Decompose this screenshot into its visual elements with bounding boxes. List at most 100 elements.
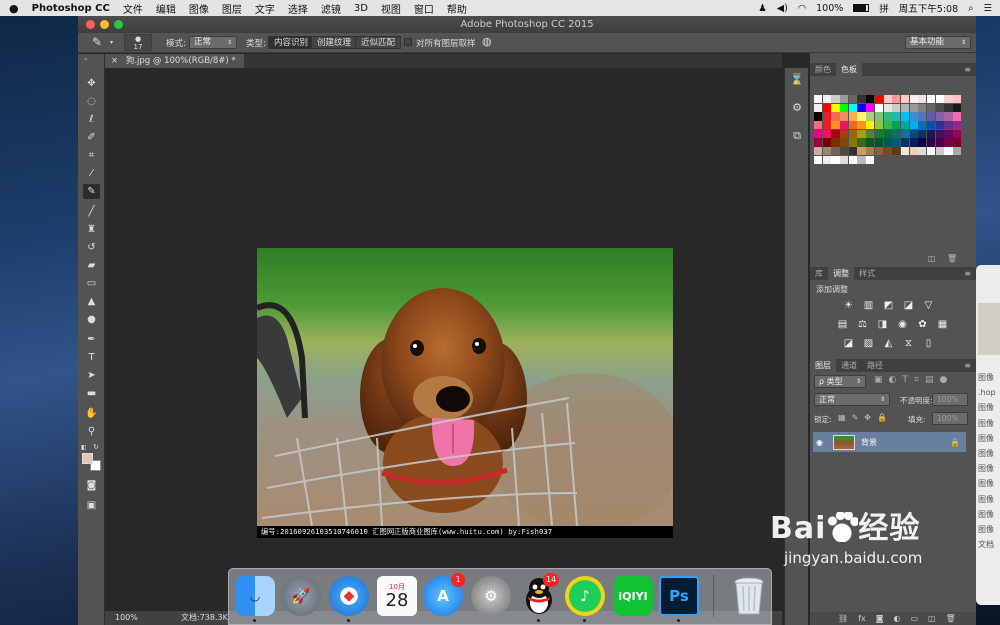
mode-select[interactable]: 正常 ⇕ (189, 36, 237, 49)
invert-icon[interactable]: ◪ (842, 338, 855, 349)
menu-help[interactable]: 帮助 (447, 1, 467, 16)
content-aware-toggle[interactable]: 内容识别 (268, 36, 315, 49)
battery-percent[interactable]: 100% (816, 3, 843, 14)
opacity-input[interactable]: 100% (932, 393, 968, 406)
color-swatch[interactable] (822, 129, 831, 138)
tool-preset-chevron-icon[interactable]: ▾ (110, 39, 113, 46)
color-swatch[interactable] (822, 112, 831, 121)
file-item[interactable]: .hop (978, 385, 996, 400)
color-swatch[interactable] (857, 129, 866, 138)
color-swatch[interactable] (892, 129, 901, 138)
color-swatch[interactable] (900, 147, 910, 156)
layer-row-background[interactable]: ◉ 背景 🔒 (813, 432, 966, 452)
color-swatch[interactable] (918, 112, 927, 121)
color-swatch[interactable] (848, 112, 857, 121)
menu-file[interactable]: 文件 (123, 1, 143, 16)
color-swatch[interactable] (848, 95, 857, 104)
exposure-icon[interactable]: ◪ (902, 300, 915, 311)
color-swatch[interactable] (935, 95, 944, 104)
color-swatch[interactable] (918, 95, 927, 104)
menu-select[interactable]: 选择 (288, 1, 308, 16)
color-swatch[interactable] (926, 112, 936, 121)
file-item[interactable]: 图像 (978, 522, 996, 537)
color-swatch[interactable] (866, 103, 875, 112)
notification-center-icon[interactable]: ☰ (983, 3, 992, 14)
menu-layer[interactable]: 图层 (222, 1, 242, 16)
tab-styles[interactable]: 样式 (854, 267, 880, 280)
blur-tool-icon[interactable]: ▲ (83, 294, 100, 309)
color-swatch[interactable] (953, 138, 962, 147)
color-swatch[interactable] (857, 138, 866, 147)
color-swatch[interactable] (918, 103, 927, 112)
color-swatch[interactable] (883, 147, 892, 156)
delete-swatch-icon[interactable]: 🗑 (947, 254, 957, 263)
qq-music-icon[interactable]: ♪ (565, 576, 605, 616)
launchpad-icon[interactable]: 🚀 (281, 576, 321, 616)
color-swatch[interactable] (883, 129, 892, 138)
path-select-tool-icon[interactable]: ➤ (83, 368, 100, 383)
color-swatch[interactable] (822, 103, 831, 112)
zoom-window-button[interactable] (114, 20, 123, 29)
sample-all-label[interactable]: 对所有图层取样 (416, 37, 476, 49)
color-swatch[interactable] (814, 95, 823, 104)
minimize-window-button[interactable] (100, 20, 109, 29)
new-fill-layer-icon[interactable]: ◐ (893, 614, 900, 623)
color-swatch[interactable] (848, 147, 857, 156)
vibrance-icon[interactable]: ▽ (922, 300, 935, 311)
color-swatch[interactable] (944, 147, 953, 156)
color-swatch[interactable] (883, 121, 892, 130)
color-swatch[interactable] (831, 95, 840, 104)
info-panel-icon[interactable]: ⧉ (789, 128, 805, 144)
color-swatch[interactable] (909, 103, 918, 112)
brightness-contrast-icon[interactable]: ☀ (842, 300, 855, 311)
new-layer-icon[interactable]: ◫ (928, 614, 936, 623)
safari-icon[interactable]: ◆ (329, 576, 369, 616)
tab-libraries[interactable]: 库 (810, 267, 828, 280)
selective-color-icon[interactable]: ⧖ (902, 338, 915, 349)
color-swatch[interactable] (892, 121, 901, 130)
delete-layer-icon[interactable]: 🗑 (946, 614, 956, 623)
photoshop-icon[interactable]: Ps (659, 576, 699, 616)
levels-icon[interactable]: ▥ (862, 300, 875, 311)
color-swatch[interactable] (814, 155, 823, 164)
color-swatch[interactable] (926, 147, 936, 156)
proximity-match-toggle[interactable]: 近似匹配 (355, 36, 402, 49)
canvas-area[interactable]: 编号:20160926103510746010 汇图网正版商业图库(www.hu… (105, 68, 782, 611)
collapse-toolbox-icon[interactable]: » (84, 56, 88, 63)
color-swatch[interactable] (944, 103, 953, 112)
color-swatch[interactable] (892, 103, 901, 112)
color-swatch[interactable] (866, 121, 875, 130)
rectangle-tool-icon[interactable]: ▬ (83, 386, 100, 401)
layer-mask-icon[interactable]: ◙ (876, 614, 884, 623)
spot-healing-tool-icon[interactable]: ✎ (92, 35, 102, 49)
lock-transparency-icon[interactable]: ▦ (838, 413, 846, 422)
marquee-tool-icon[interactable]: ◌ (83, 94, 100, 109)
menu-filter[interactable]: 滤镜 (321, 1, 341, 16)
color-swatch[interactable] (814, 103, 823, 112)
color-swatch[interactable] (831, 112, 840, 121)
quick-mask-icon[interactable]: ◙ (83, 478, 100, 493)
color-swatch[interactable] (857, 121, 866, 130)
color-swatch[interactable] (840, 129, 849, 138)
volume-icon[interactable]: ◀) (777, 3, 788, 14)
panel-menu-icon[interactable]: ≡ (964, 63, 971, 76)
color-swatch[interactable] (944, 129, 953, 138)
eyedropper-tool-icon[interactable]: ⁄ (83, 166, 100, 181)
zoom-level[interactable]: 100% (115, 611, 138, 625)
color-swatch[interactable] (822, 147, 831, 156)
color-swatch[interactable] (926, 121, 936, 130)
fill-input[interactable]: 100% (932, 412, 968, 425)
color-swatch[interactable] (874, 138, 883, 147)
color-swatch[interactable] (909, 147, 918, 156)
color-swatch[interactable] (848, 121, 857, 130)
gradient-tool-icon[interactable]: ▭ (83, 276, 100, 291)
color-swatch[interactable] (840, 121, 849, 130)
color-swatch[interactable] (840, 147, 849, 156)
file-item[interactable]: 图像 (978, 461, 996, 476)
color-swatch[interactable] (892, 112, 901, 121)
color-swatch[interactable] (874, 112, 883, 121)
color-swatch[interactable] (926, 138, 936, 147)
color-swatch[interactable] (857, 103, 866, 112)
menu-view[interactable]: 视图 (381, 1, 401, 16)
color-swatch[interactable] (918, 138, 927, 147)
